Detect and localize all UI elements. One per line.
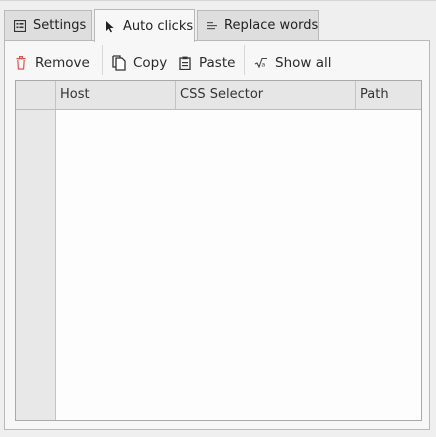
column-header-css-selector[interactable]: CSS Selector (176, 81, 356, 109)
column-header-host[interactable]: Host (56, 81, 176, 109)
tab-replace-words-label: Replace words (224, 18, 319, 33)
svg-text:a: a (262, 62, 266, 69)
auto-clicks-table[interactable]: Host CSS Selector Path (15, 80, 422, 421)
copy-button-label: Copy (133, 55, 168, 71)
window-top-border (0, 0, 436, 1)
tab-settings[interactable]: Settings (4, 10, 92, 40)
clipboard-icon (177, 55, 193, 71)
toolbar-separator (102, 45, 103, 75)
table-header: Host CSS Selector Path (16, 81, 421, 110)
tab-auto-clicks-label: Auto clicks (123, 18, 194, 34)
settings-list-icon (13, 19, 27, 33)
toolbar-separator (244, 45, 245, 75)
column-header-path[interactable]: Path (356, 81, 421, 109)
cursor-icon (103, 19, 117, 33)
tab-auto-clicks[interactable]: Auto clicks (94, 9, 195, 42)
header-corner[interactable] (16, 81, 56, 109)
trash-icon (13, 55, 29, 71)
remove-button-label: Remove (35, 55, 90, 71)
sqrt-icon: a (253, 55, 269, 71)
show-all-button[interactable]: a Show all (253, 51, 332, 75)
row-header-column (16, 110, 56, 420)
paste-button-label: Paste (199, 55, 236, 71)
remove-button[interactable]: Remove (13, 51, 90, 75)
text-lines-icon (206, 19, 218, 33)
auto-clicks-panel: Remove Copy Paste a Show all Host CSS Se… (4, 40, 430, 430)
tab-replace-words[interactable]: Replace words (197, 10, 319, 40)
tab-settings-label: Settings (33, 18, 87, 33)
show-all-button-label: Show all (275, 55, 332, 71)
copy-icon (111, 55, 127, 71)
copy-button[interactable]: Copy (111, 51, 167, 75)
paste-button[interactable]: Paste (177, 51, 235, 75)
